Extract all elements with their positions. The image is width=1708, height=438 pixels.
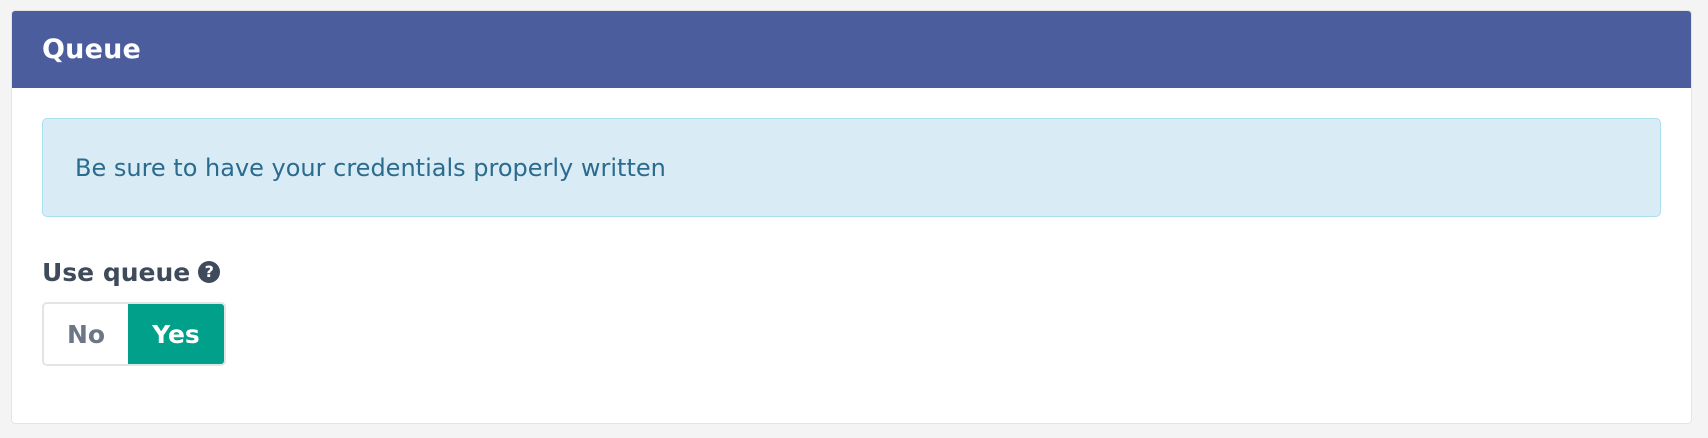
use-queue-toggle: No Yes <box>42 302 226 366</box>
use-queue-label: Use queue <box>42 257 191 287</box>
question-circle-icon[interactable]: ? <box>198 261 221 283</box>
panel-body: Be sure to have your credentials properl… <box>12 88 1691 366</box>
panel-header: Queue <box>12 11 1691 88</box>
panel-title: Queue <box>42 34 142 65</box>
info-alert: Be sure to have your credentials properl… <box>42 118 1661 217</box>
use-queue-yes-option[interactable]: Yes <box>128 304 224 364</box>
use-queue-no-option[interactable]: No <box>44 304 128 364</box>
alert-text: Be sure to have your credentials properl… <box>75 153 666 182</box>
queue-panel: Queue Be sure to have your credentials p… <box>11 10 1692 424</box>
use-queue-label-row: Use queue ? <box>42 257 1661 287</box>
